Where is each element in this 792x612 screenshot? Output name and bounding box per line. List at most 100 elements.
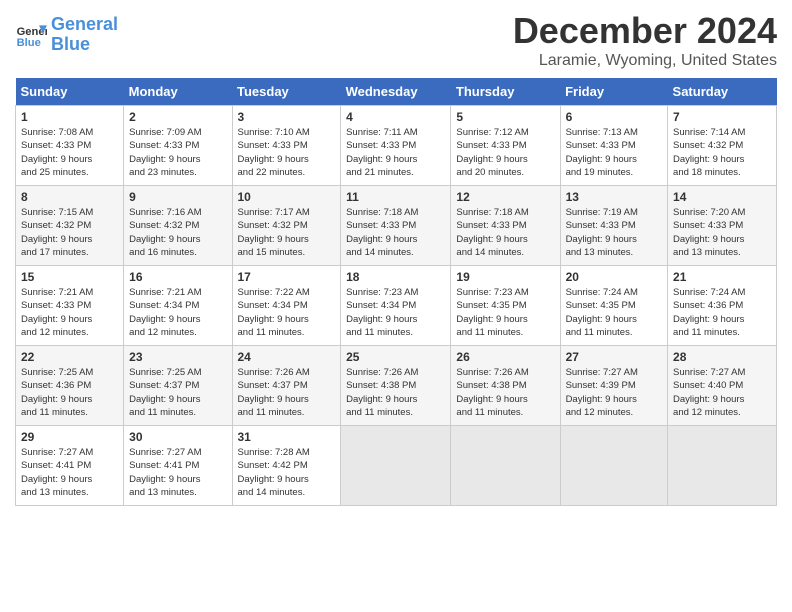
day-number: 30 — [129, 430, 226, 444]
day-number: 14 — [673, 190, 771, 204]
calendar-cell: 28Sunrise: 7:27 AM Sunset: 4:40 PM Dayli… — [668, 346, 777, 426]
day-info: Sunrise: 7:20 AM Sunset: 4:33 PM Dayligh… — [673, 206, 771, 259]
day-info: Sunrise: 7:18 AM Sunset: 4:33 PM Dayligh… — [456, 206, 554, 259]
weekday-header-sunday: Sunday — [16, 78, 124, 106]
calendar-cell — [668, 426, 777, 506]
day-info: Sunrise: 7:12 AM Sunset: 4:33 PM Dayligh… — [456, 126, 554, 179]
day-info: Sunrise: 7:21 AM Sunset: 4:33 PM Dayligh… — [21, 286, 118, 339]
day-info: Sunrise: 7:24 AM Sunset: 4:35 PM Dayligh… — [566, 286, 662, 339]
logo-icon: General Blue — [15, 19, 47, 51]
day-info: Sunrise: 7:13 AM Sunset: 4:33 PM Dayligh… — [566, 126, 662, 179]
day-number: 4 — [346, 110, 445, 124]
calendar-cell: 26 Sunrise: 7:26 AM Sunset: 4:38 PM Dayli… — [451, 346, 560, 426]
calendar-cell: 23Sunrise: 7:25 AM Sunset: 4:37 PM Dayli… — [124, 346, 232, 426]
calendar-cell: 12 Sunrise: 7:18 AM Sunset: 4:33 PM Dayli… — [451, 186, 560, 266]
calendar-cell: 1 Sunrise: 7:08 AM Sunset: 4:33 PM Daylig… — [16, 106, 124, 186]
day-number: 11 — [346, 190, 445, 204]
day-number: 1 — [21, 110, 118, 124]
day-info: Sunrise: 7:17 AM Sunset: 4:32 PM Dayligh… — [238, 206, 336, 259]
day-info: Sunrise: 7:18 AM Sunset: 4:33 PM Dayligh… — [346, 206, 445, 259]
day-info: Sunrise: 7:25 AM Sunset: 4:37 PM Dayligh… — [129, 366, 226, 419]
day-info: Sunrise: 7:09 AM Sunset: 4:33 PM Dayligh… — [129, 126, 226, 179]
day-info: Sunrise: 7:23 AM Sunset: 4:35 PM Dayligh… — [456, 286, 554, 339]
day-number: 15 — [21, 270, 118, 284]
weekday-header-row: SundayMondayTuesdayWednesdayThursdayFrid… — [16, 78, 777, 106]
day-number: 6 — [566, 110, 662, 124]
day-info: Sunrise: 7:21 AM Sunset: 4:34 PM Dayligh… — [129, 286, 226, 339]
day-info: Sunrise: 7:23 AM Sunset: 4:34 PM Dayligh… — [346, 286, 445, 339]
calendar-cell — [560, 426, 667, 506]
day-number: 24 — [238, 350, 336, 364]
day-info: Sunrise: 7:08 AM Sunset: 4:33 PM Dayligh… — [21, 126, 118, 179]
calendar-cell: 5Sunrise: 7:12 AM Sunset: 4:33 PM Daylig… — [451, 106, 560, 186]
week-row-1: 1 Sunrise: 7:08 AM Sunset: 4:33 PM Daylig… — [16, 106, 777, 186]
day-info: Sunrise: 7:11 AM Sunset: 4:33 PM Dayligh… — [346, 126, 445, 179]
weekday-header-friday: Friday — [560, 78, 667, 106]
day-number: 10 — [238, 190, 336, 204]
day-info: Sunrise: 7:27 AM Sunset: 4:41 PM Dayligh… — [21, 446, 118, 499]
calendar-cell: 8 Sunrise: 7:15 AM Sunset: 4:32 PM Daylig… — [16, 186, 124, 266]
calendar-cell: 24 Sunrise: 7:26 AM Sunset: 4:37 PM Dayli… — [232, 346, 341, 426]
subtitle: Laramie, Wyoming, United States — [513, 52, 777, 70]
day-info: Sunrise: 7:27 AM Sunset: 4:41 PM Dayligh… — [129, 446, 226, 499]
week-row-3: 15 Sunrise: 7:21 AM Sunset: 4:33 PM Dayli… — [16, 266, 777, 346]
weekday-header-tuesday: Tuesday — [232, 78, 341, 106]
calendar-cell: 27Sunrise: 7:27 AM Sunset: 4:39 PM Dayli… — [560, 346, 667, 426]
day-info: Sunrise: 7:26 AM Sunset: 4:38 PM Dayligh… — [456, 366, 554, 419]
calendar-cell: 16 Sunrise: 7:21 AM Sunset: 4:34 PM Dayli… — [124, 266, 232, 346]
calendar-cell: 15 Sunrise: 7:21 AM Sunset: 4:33 PM Dayli… — [16, 266, 124, 346]
day-info: Sunrise: 7:25 AM Sunset: 4:36 PM Dayligh… — [21, 366, 118, 419]
day-number: 7 — [673, 110, 771, 124]
day-number: 26 — [456, 350, 554, 364]
day-number: 25 — [346, 350, 445, 364]
day-info: Sunrise: 7:16 AM Sunset: 4:32 PM Dayligh… — [129, 206, 226, 259]
day-number: 22 — [21, 350, 118, 364]
calendar-table: SundayMondayTuesdayWednesdayThursdayFrid… — [15, 78, 777, 506]
weekday-header-saturday: Saturday — [668, 78, 777, 106]
day-info: Sunrise: 7:22 AM Sunset: 4:34 PM Dayligh… — [238, 286, 336, 339]
calendar-cell: 22 Sunrise: 7:25 AM Sunset: 4:36 PM Dayli… — [16, 346, 124, 426]
calendar-cell: 13Sunrise: 7:19 AM Sunset: 4:33 PM Dayli… — [560, 186, 667, 266]
calendar-cell: 4 Sunrise: 7:11 AM Sunset: 4:33 PM Daylig… — [341, 106, 451, 186]
weekday-header-wednesday: Wednesday — [341, 78, 451, 106]
day-info: Sunrise: 7:10 AM Sunset: 4:33 PM Dayligh… — [238, 126, 336, 179]
weekday-header-thursday: Thursday — [451, 78, 560, 106]
day-number: 13 — [566, 190, 662, 204]
calendar-cell: 14 Sunrise: 7:20 AM Sunset: 4:33 PM Dayli… — [668, 186, 777, 266]
day-number: 8 — [21, 190, 118, 204]
day-number: 9 — [129, 190, 226, 204]
calendar-cell: 6 Sunrise: 7:13 AM Sunset: 4:33 PM Daylig… — [560, 106, 667, 186]
day-number: 3 — [238, 110, 336, 124]
calendar-cell: 25 Sunrise: 7:26 AM Sunset: 4:38 PM Dayli… — [341, 346, 451, 426]
calendar-cell: 7 Sunrise: 7:14 AM Sunset: 4:32 PM Daylig… — [668, 106, 777, 186]
calendar-cell: 21Sunrise: 7:24 AM Sunset: 4:36 PM Dayli… — [668, 266, 777, 346]
main-title: December 2024 — [513, 10, 777, 52]
calendar-cell: 17Sunrise: 7:22 AM Sunset: 4:34 PM Dayli… — [232, 266, 341, 346]
calendar-cell — [341, 426, 451, 506]
title-area: December 2024 Laramie, Wyoming, United S… — [513, 10, 777, 70]
day-number: 31 — [238, 430, 336, 444]
day-info: Sunrise: 7:27 AM Sunset: 4:40 PM Dayligh… — [673, 366, 771, 419]
calendar-cell: 30 Sunrise: 7:27 AM Sunset: 4:41 PM Dayli… — [124, 426, 232, 506]
week-row-4: 22 Sunrise: 7:25 AM Sunset: 4:36 PM Dayli… — [16, 346, 777, 426]
week-row-2: 8 Sunrise: 7:15 AM Sunset: 4:32 PM Daylig… — [16, 186, 777, 266]
day-number: 12 — [456, 190, 554, 204]
calendar-cell: 11 Sunrise: 7:18 AM Sunset: 4:33 PM Dayli… — [341, 186, 451, 266]
day-number: 20 — [566, 270, 662, 284]
day-info: Sunrise: 7:15 AM Sunset: 4:32 PM Dayligh… — [21, 206, 118, 259]
calendar-cell: 29Sunrise: 7:27 AM Sunset: 4:41 PM Dayli… — [16, 426, 124, 506]
day-number: 2 — [129, 110, 226, 124]
day-number: 16 — [129, 270, 226, 284]
day-info: Sunrise: 7:26 AM Sunset: 4:38 PM Dayligh… — [346, 366, 445, 419]
calendar-cell: 3 Sunrise: 7:10 AM Sunset: 4:33 PM Daylig… — [232, 106, 341, 186]
day-number: 21 — [673, 270, 771, 284]
calendar-cell: 2 Sunrise: 7:09 AM Sunset: 4:33 PM Daylig… — [124, 106, 232, 186]
day-info: Sunrise: 7:26 AM Sunset: 4:37 PM Dayligh… — [238, 366, 336, 419]
day-number: 27 — [566, 350, 662, 364]
weekday-header-monday: Monday — [124, 78, 232, 106]
day-number: 18 — [346, 270, 445, 284]
day-number: 19 — [456, 270, 554, 284]
day-info: Sunrise: 7:14 AM Sunset: 4:32 PM Dayligh… — [673, 126, 771, 179]
calendar-cell: 20 Sunrise: 7:24 AM Sunset: 4:35 PM Dayli… — [560, 266, 667, 346]
header: General Blue GeneralBlue December 2024 L… — [15, 10, 777, 70]
